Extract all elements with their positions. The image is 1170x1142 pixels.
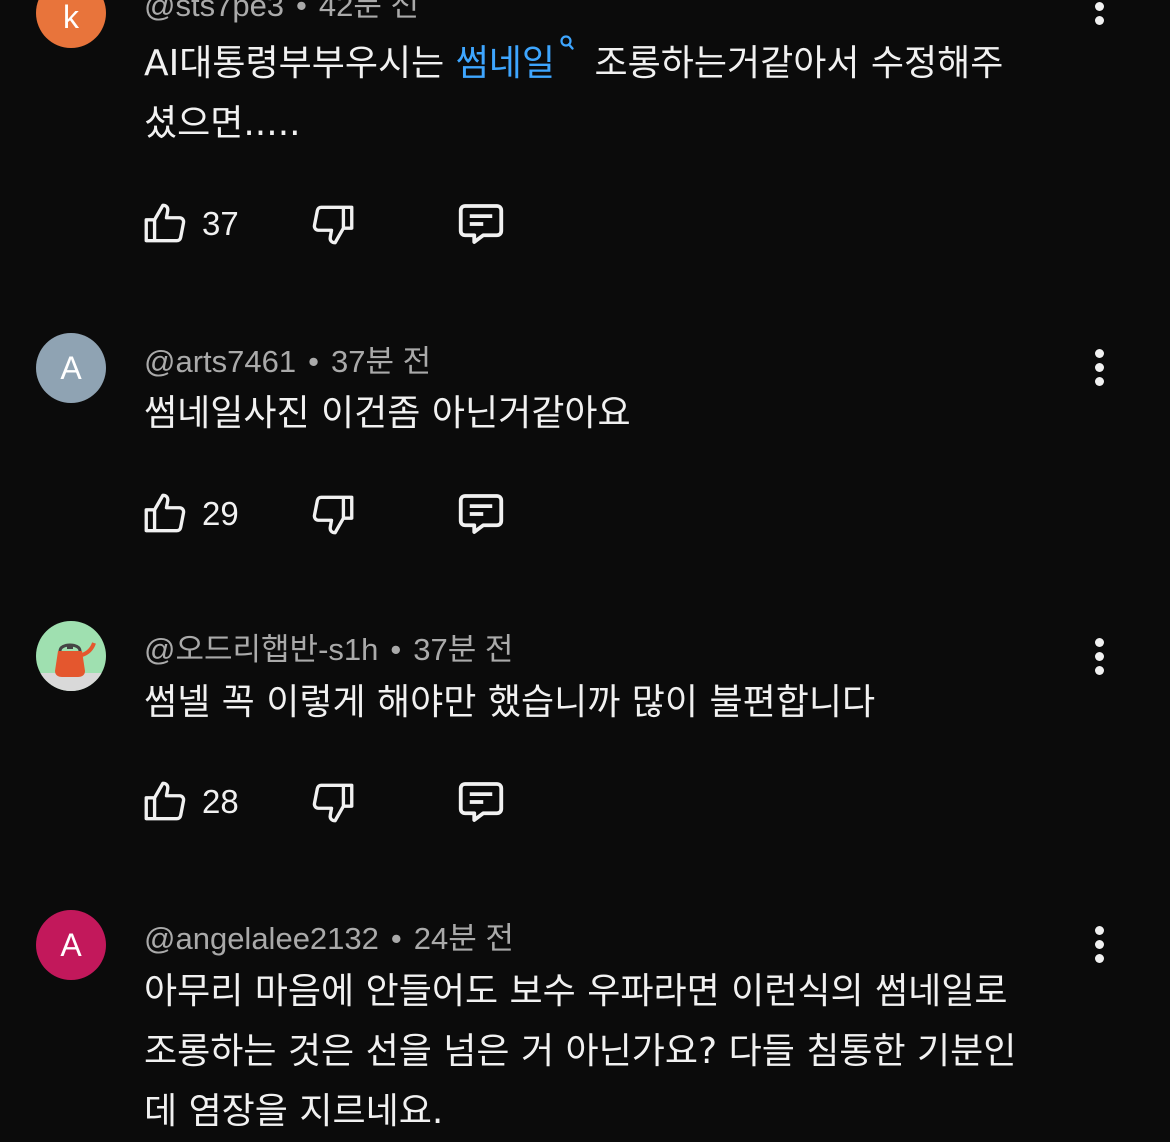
separator-dot: • [390, 632, 402, 667]
like-button[interactable]: 28 [140, 776, 239, 828]
separator-dot: • [390, 921, 402, 956]
comment-text: AI대통령부부우시는 썸네일 조롱하는거같아서 수정해주 셨으면..... [144, 34, 1094, 154]
dislike-button[interactable] [308, 198, 358, 250]
teapot-icon [36, 642, 106, 691]
comment-time: 37분 전 [413, 632, 514, 667]
comment-actions: 28 [140, 776, 520, 828]
more-options-button[interactable] [1088, 349, 1110, 389]
more-options-button[interactable] [1088, 926, 1110, 966]
thumbs-down-icon [312, 495, 354, 535]
comment-meta: @arts7461 • 37분 전 [144, 336, 431, 381]
reply-button[interactable] [454, 198, 508, 250]
like-button[interactable]: 37 [140, 198, 239, 250]
separator-dot: • [308, 344, 319, 379]
avatar[interactable] [36, 621, 106, 691]
comment-text: 썸네일사진 이건좀 아닌거같아요 [144, 393, 631, 434]
like-count: 29 [202, 495, 239, 532]
reply-comment-icon [458, 204, 504, 244]
search-link[interactable]: 썸네일 [456, 35, 583, 84]
avatar[interactable]: A [36, 333, 106, 403]
comment-actions: 29 [140, 488, 520, 540]
author-handle[interactable]: @오드리햅반-s1h [144, 632, 378, 667]
avatar[interactable]: A [36, 910, 106, 980]
comment-text: 썸넬 꼭 이렇게 해야만 했습니까 많이 불편합니다 [144, 682, 876, 723]
comment-actions: 37 [140, 198, 520, 250]
thumbs-up-icon [144, 203, 186, 243]
comment-text: 아무리 마음에 안들어도 보수 우파라면 이런식의 썸네일로 조롱하는 것은 선… [144, 971, 1017, 1132]
thumbs-down-icon [312, 783, 354, 823]
author-handle[interactable]: @sts7pe3 [144, 0, 284, 23]
more-options-button[interactable] [1088, 0, 1110, 28]
comment-meta: @sts7pe3 • 42분 전 [144, 0, 419, 25]
dislike-button[interactable] [308, 488, 358, 540]
reply-button[interactable] [454, 776, 508, 828]
thumbs-up-icon [144, 493, 186, 533]
reply-comment-icon [458, 494, 504, 534]
like-button[interactable]: 29 [140, 488, 239, 540]
comment-time: 42분 전 [318, 0, 420, 23]
comment-meta: @오드리햅반-s1h • 37분 전 [144, 624, 513, 669]
thumbs-up-icon [144, 781, 186, 821]
separator-dot: • [296, 0, 307, 23]
avatar[interactable]: k [36, 0, 106, 48]
more-options-button[interactable] [1088, 638, 1110, 678]
author-handle[interactable]: @arts7461 [144, 344, 296, 379]
reply-comment-icon [458, 782, 504, 822]
author-handle[interactable]: @angelalee2132 [144, 921, 379, 956]
thumbs-down-icon [312, 205, 354, 245]
like-count: 37 [202, 205, 239, 242]
comment-time: 24분 전 [413, 921, 514, 956]
reply-button[interactable] [454, 488, 508, 540]
search-icon [560, 35, 574, 50]
comment-time: 37분 전 [330, 344, 432, 379]
like-count: 28 [202, 783, 239, 820]
dislike-button[interactable] [308, 776, 358, 828]
comment-meta: @angelalee2132 • 24분 전 [144, 913, 514, 958]
